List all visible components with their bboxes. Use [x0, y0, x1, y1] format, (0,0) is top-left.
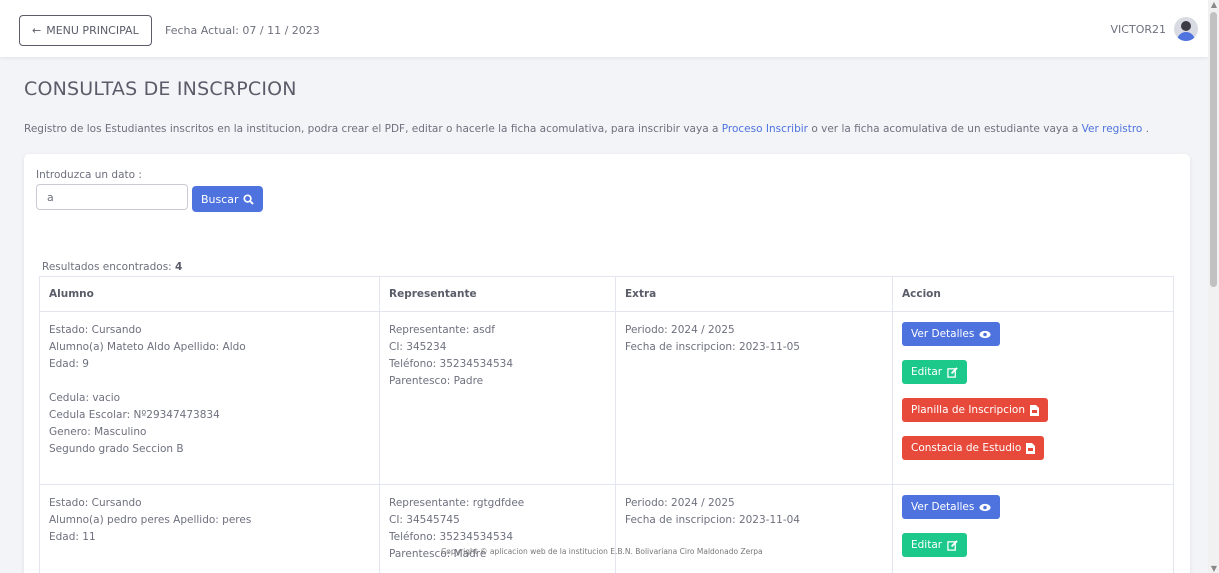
editar-button[interactable]: Editar	[902, 360, 968, 384]
edad: Edad: 9	[49, 358, 89, 370]
results-label: Resultados encontrados:	[42, 261, 176, 273]
ver-registro-link[interactable]: Ver registro	[1082, 123, 1143, 135]
planilla-label: Planilla de Inscripcion	[911, 404, 1025, 416]
scrollbar-thumb[interactable]	[1210, 12, 1217, 287]
genero: Genero: Masculino	[49, 426, 147, 438]
alumno-name: Alumno(a) Mateto Aldo Apellido: Aldo	[49, 341, 246, 353]
results-number: 4	[175, 261, 183, 273]
ci: CI: 345234	[389, 341, 447, 353]
intro-text-end: .	[1142, 123, 1150, 135]
telefono: Teléfono: 35234534534	[389, 531, 514, 543]
edad: Edad: 11	[49, 531, 96, 543]
table-row: Estado: Cursando Alumno(a) Mateto Aldo A…	[39, 311, 1174, 485]
accion-cell: Ver Detalles Editar	[892, 484, 1174, 573]
arrow-left-icon: ←	[32, 24, 42, 37]
intro-text: Registro de los Estudiantes inscritos en…	[24, 123, 722, 135]
search-button-label: Buscar	[201, 192, 239, 206]
periodo: Periodo: 2024 / 2025	[625, 497, 735, 509]
cedula-escolar: Cedula Escolar: Nº29347473834	[49, 409, 220, 421]
menu-principal-button[interactable]: ← MENU PRINCIPAL	[19, 15, 152, 46]
editar-button[interactable]: Editar	[902, 533, 968, 557]
ver-detalles-label: Ver Detalles	[911, 501, 975, 513]
search-button[interactable]: Buscar	[192, 186, 263, 212]
menu-principal-label: MENU PRINCIPAL	[46, 24, 139, 37]
ver-detalles-button[interactable]: Ver Detalles	[902, 322, 1001, 346]
eye-icon	[979, 330, 991, 338]
header-accion: Accion	[892, 276, 1174, 312]
header-alumno: Alumno	[39, 276, 380, 312]
accion-cell: Ver Detalles Editar Planilla de Inscripc…	[892, 311, 1174, 485]
top-navbar: ← MENU PRINCIPAL Fecha Actual: 07 / 11 /…	[0, 0, 1208, 57]
extra-cell: Periodo: 2024 / 2025 Fecha de inscripcio…	[615, 484, 893, 573]
avatar[interactable]	[1174, 17, 1198, 41]
alumno-name: Alumno(a) pedro peres Apellido: peres	[49, 514, 252, 526]
estado: Estado: Cursando	[49, 497, 142, 509]
proceso-inscribir-link[interactable]: Proceso Inscribir	[722, 123, 808, 135]
extra-cell: Periodo: 2024 / 2025 Fecha de inscripcio…	[615, 311, 893, 485]
intro-text-middle: o ver la ficha acomulativa de un estudia…	[808, 123, 1082, 135]
representante-cell: Representante: rgtgdfdee CI: 34545745 Te…	[379, 484, 616, 573]
edit-icon	[947, 366, 958, 378]
search-label: Introduzca un dato :	[36, 169, 142, 181]
results-card: Introduzca un dato : Buscar Resultados e…	[24, 154, 1190, 573]
alumno-cell: Estado: Cursando Alumno(a) pedro peres A…	[39, 484, 380, 573]
edit-icon	[947, 539, 958, 551]
telefono: Teléfono: 35234534534	[389, 358, 514, 370]
constancia-estudio-button[interactable]: Constacia de Estudio	[902, 436, 1045, 460]
students-table: Alumno Representante Extra Accion Estado…	[39, 276, 1174, 573]
editar-label: Editar	[911, 366, 943, 378]
ver-detalles-label: Ver Detalles	[911, 328, 975, 340]
page-title: CONSULTAS DE INSCRPCION	[24, 78, 297, 100]
grado: Segundo grado Seccion B	[49, 443, 184, 455]
cedula: Cedula: vacio	[49, 392, 121, 404]
scroll-up-icon[interactable]: ▲	[1211, 0, 1217, 9]
copyright-footer: Copyright © aplicacion web de la institu…	[441, 547, 763, 556]
results-count: Resultados encontrados: 4	[42, 261, 182, 273]
pdf-icon	[1030, 404, 1039, 416]
user-menu[interactable]: VICTOR21	[1111, 17, 1198, 41]
fecha-inscripcion: Fecha de inscripcion: 2023-11-05	[625, 341, 800, 353]
estado: Estado: Cursando	[49, 324, 142, 336]
table-header-row: Alumno Representante Extra Accion	[39, 276, 1174, 312]
pdf-icon	[1026, 442, 1036, 454]
representante: Representante: rgtgdfdee	[389, 497, 525, 509]
parentesco: Parentesco: Padre	[389, 375, 484, 387]
representante: Representante: asdf	[389, 324, 496, 336]
ci: CI: 34545745	[389, 514, 460, 526]
ver-detalles-button[interactable]: Ver Detalles	[902, 495, 1001, 519]
editar-label: Editar	[911, 539, 943, 551]
header-representante: Representante	[379, 276, 616, 312]
page-scrollbar[interactable]: ▲ ▼	[1208, 0, 1219, 573]
periodo: Periodo: 2024 / 2025	[625, 324, 735, 336]
search-icon	[243, 193, 254, 205]
constancia-label: Constacia de Estudio	[911, 442, 1022, 454]
planilla-inscripcion-button[interactable]: Planilla de Inscripcion	[902, 398, 1048, 422]
search-input[interactable]	[36, 184, 188, 210]
current-date: Fecha Actual: 07 / 11 / 2023	[165, 24, 320, 37]
username: VICTOR21	[1110, 22, 1166, 36]
table-row: Estado: Cursando Alumno(a) pedro peres A…	[39, 484, 1174, 573]
fecha-inscripcion: Fecha de inscripcion: 2023-11-04	[625, 514, 800, 526]
scroll-down-icon[interactable]: ▼	[1211, 564, 1217, 573]
eye-icon	[979, 503, 991, 511]
alumno-cell: Estado: Cursando Alumno(a) Mateto Aldo A…	[39, 311, 380, 485]
representante-cell: Representante: asdf CI: 345234 Teléfono:…	[379, 311, 616, 485]
page-description: Registro de los Estudiantes inscritos en…	[24, 123, 1149, 135]
header-extra: Extra	[615, 276, 893, 312]
